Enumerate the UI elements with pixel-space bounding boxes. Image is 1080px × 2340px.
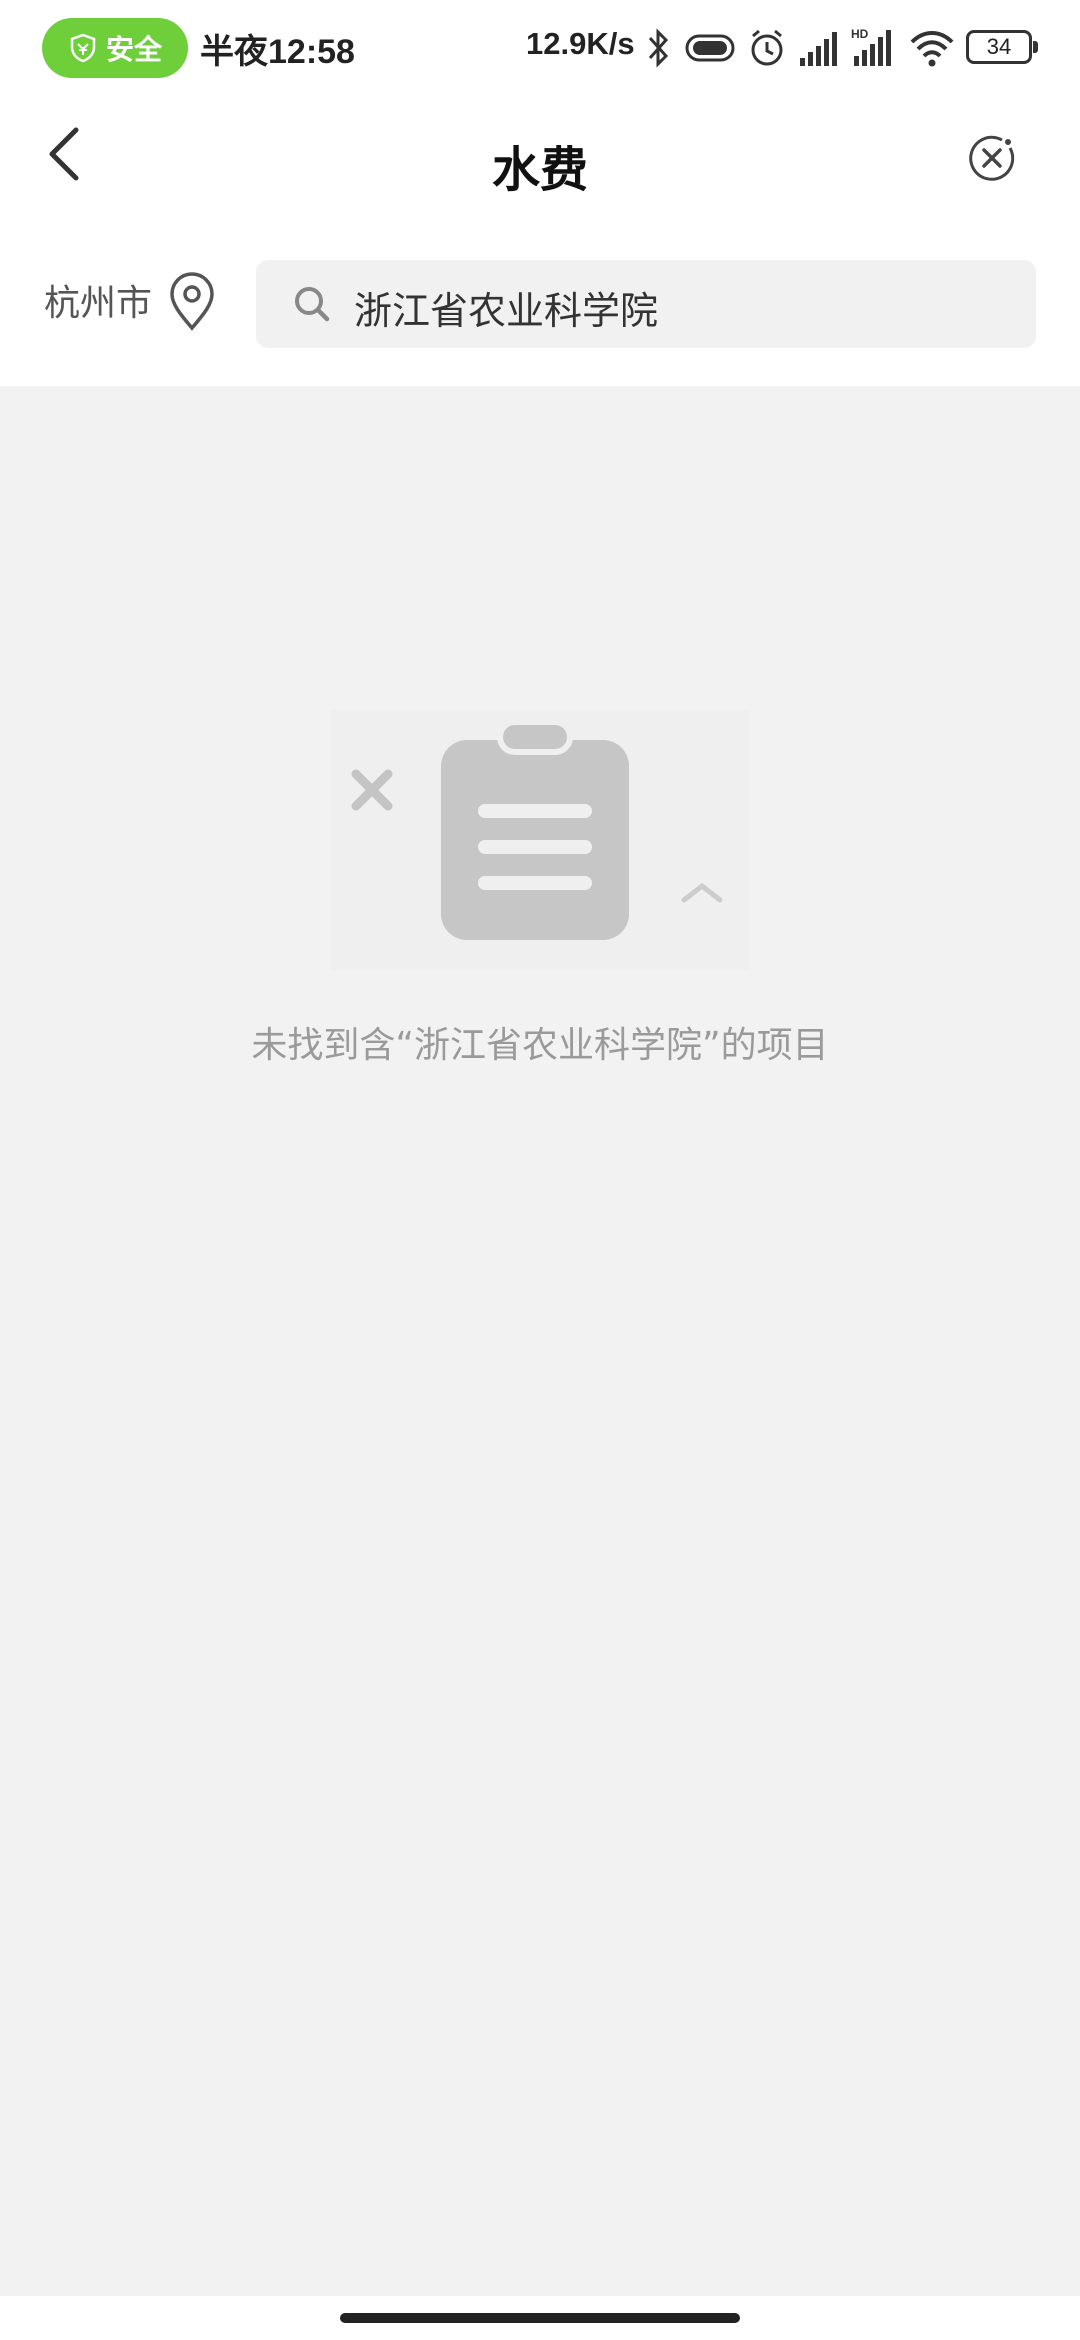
search-query[interactable]: 浙江省农业科学院 [354,280,658,335]
empty-state-message: 未找到含“浙江省农业科学院”的项目 [251,1025,829,1066]
header: 水费 杭州市 浙江省农业科学院 [0,96,1080,386]
bluetooth-icon [648,28,669,68]
search-icon [295,287,330,322]
safety-badge[interactable]: 安全 [42,18,188,78]
city-selector[interactable]: 杭州市 [44,274,152,326]
search-input[interactable]: 浙江省农业科学院 [256,260,1036,348]
signal-icon [800,32,837,66]
network-speed: 12.9K/s [526,26,635,61]
page-title: 水费 [491,142,588,198]
svg-text:HD: HD [851,27,869,41]
wifi-icon [910,31,954,67]
vibrate-icon [685,34,735,62]
status-bar: 安全 半夜12:58 12.9K/s HD 34 [0,0,1080,96]
close-circle-icon[interactable] [966,132,1018,184]
empty-clipboard-icon [330,710,750,970]
alarm-icon [751,29,783,66]
battery-icon: 34 [966,30,1038,64]
hd-signal-icon: HD [851,27,891,66]
location-pin-icon[interactable] [166,272,218,332]
safety-badge-label: 安全 [105,33,162,66]
shield-icon [70,33,96,63]
home-indicator[interactable] [340,2313,740,2323]
clock: 半夜12:58 [200,33,355,71]
